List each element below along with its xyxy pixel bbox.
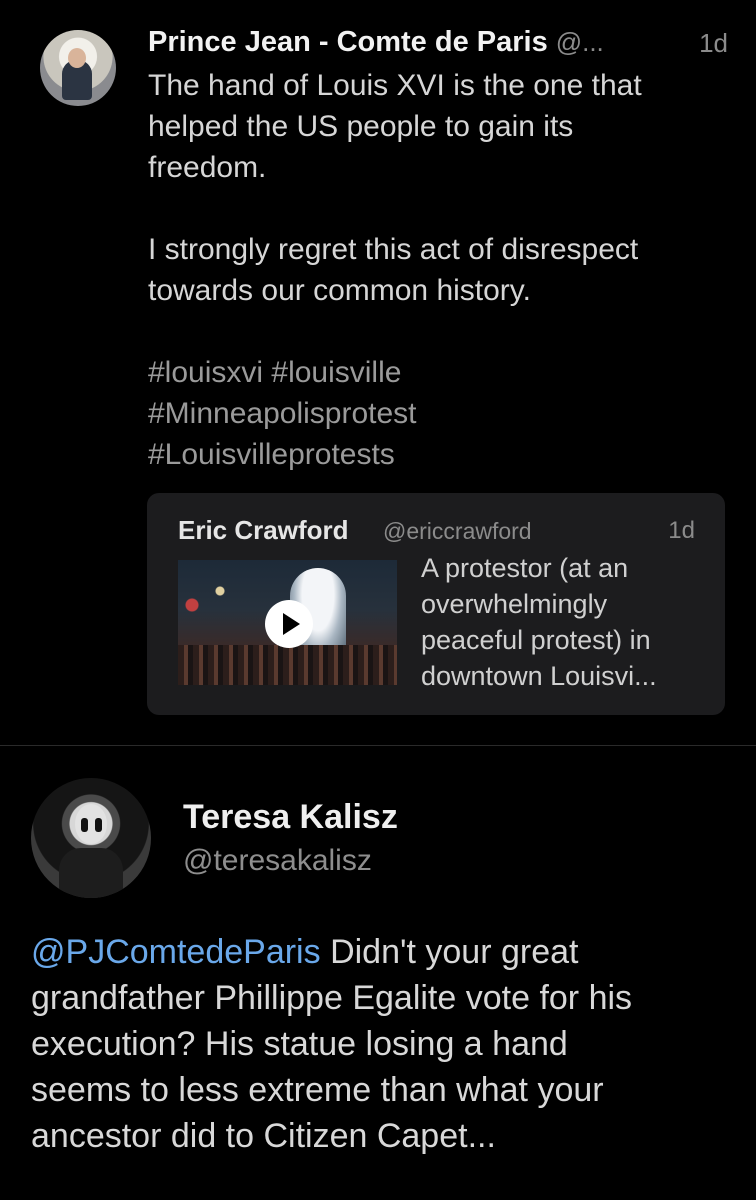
hashtag-line[interactable]: #Louisvilleprotests [148, 434, 738, 475]
quoted-author-name: Eric Crawford [178, 515, 349, 545]
thumbnail-lights [178, 570, 248, 640]
avatar-body [59, 848, 123, 898]
quoted-author-handle: @ericcrawford [383, 518, 532, 544]
avatar-head [68, 48, 86, 68]
author-handle[interactable]: @... [556, 27, 604, 57]
avatar[interactable] [31, 778, 151, 898]
reply-line: seems to less extreme than what your [31, 1071, 604, 1109]
author-name[interactable]: Prince Jean - Comte de Paris [148, 26, 548, 58]
author-handle[interactable]: @teresakalisz [183, 844, 372, 878]
tweet-header: Prince Jean - Comte de Paris @... 1d [148, 26, 728, 66]
timestamp[interactable]: 1d [699, 28, 728, 59]
tweet-line: freedom. [148, 151, 267, 184]
play-icon[interactable] [265, 600, 313, 648]
reply-line: @PJComtedeParis Didn't your great [31, 929, 731, 975]
video-thumbnail[interactable] [178, 560, 397, 685]
reply-line: ancestor did to Citizen Capet... [31, 1117, 496, 1155]
divider [0, 745, 756, 746]
avatar-face [75, 804, 107, 844]
quoted-line: A protestor (at an [421, 553, 629, 583]
reply-line-rest: Didn't your great [320, 933, 579, 971]
reply-line: execution? His statue losing a hand [31, 1025, 568, 1063]
tweet-text: The hand of Louis XVI is the one that he… [148, 65, 738, 475]
reply-text: @PJComtedeParis Didn't your great grandf… [31, 929, 731, 1159]
avatar[interactable] [40, 30, 116, 106]
quoted-line: overwhelmingly [421, 589, 608, 619]
tweet-line: towards our common history. [148, 274, 531, 307]
quoted-line: downtown Louisvi... [421, 661, 657, 691]
thumbnail-crowd [178, 645, 397, 685]
tweet-line: helped the US people to gain its [148, 110, 574, 143]
author-name[interactable]: Teresa Kalisz [183, 798, 398, 837]
quoted-text: A protestor (at an overwhelmingly peacef… [421, 550, 711, 694]
quoted-line: peaceful protest) in [421, 625, 651, 655]
tweet-prince-jean[interactable]: Prince Jean - Comte de Paris @... 1d The … [0, 0, 756, 745]
hashtags: #louisxvi #louisville #Minneapolisprotes… [148, 352, 738, 475]
tweet-line: The hand of Louis XVI is the one that [148, 69, 642, 102]
hashtag-line[interactable]: #Minneapolisprotest [148, 393, 738, 434]
mention-link[interactable]: @PJComtedeParis [31, 933, 321, 971]
reply-line: grandfather Phillippe Egalite vote for h… [31, 979, 633, 1017]
avatar-eye [81, 818, 88, 832]
quoted-tweet[interactable]: Eric Crawford @ericcrawford 1d A protest… [147, 493, 725, 715]
avatar-eye [95, 818, 102, 832]
tweet-line: I strongly regret this act of disrespect [148, 233, 639, 266]
hashtag-line[interactable]: #louisxvi #louisville [148, 352, 738, 393]
quoted-timestamp: 1d [668, 517, 695, 544]
